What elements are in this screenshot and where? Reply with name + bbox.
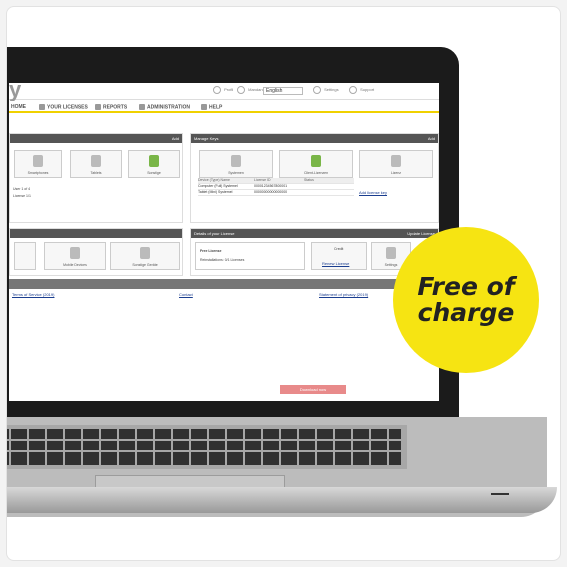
devices-sub-header — [10, 229, 182, 238]
device-icon — [140, 247, 150, 259]
badge-line-2: charge — [417, 298, 515, 327]
app-logo: y — [9, 83, 22, 102]
header-profile-label: Profil — [224, 87, 234, 93]
admin-icon — [139, 104, 145, 110]
download-button[interactable]: Download now — [280, 385, 346, 394]
promo-card: y Profil Mandant English Settings Suppor… — [6, 6, 561, 561]
question-icon — [349, 86, 357, 94]
devices-sub-panel: Mobile Devices Sonstige Geräte — [9, 228, 183, 276]
user-icon — [213, 86, 221, 94]
phone-icon — [70, 247, 80, 259]
key-row-gap — [7, 439, 401, 441]
header-tenant-label: Mandant — [248, 87, 264, 93]
report-icon — [95, 104, 101, 110]
contact-link[interactable]: Contact — [179, 292, 193, 297]
devices-panel: Add Smartphones Tablets Sonstige User 1 … — [9, 133, 183, 223]
license-details-header: Details of your License Update License — [191, 229, 438, 238]
privacy-link[interactable]: Statement of privacy (2019) — [319, 292, 368, 297]
main-nav: HOME YOUR LICENSES REPORTS ADMINISTRATIO… — [9, 101, 439, 113]
nav-item-help[interactable]: HELP — [201, 104, 222, 110]
header-support[interactable]: Support — [349, 86, 374, 94]
tile-other-devices[interactable]: Sonstige Geräte — [110, 242, 180, 270]
language-value: English — [266, 88, 283, 94]
keyboard-keys — [7, 429, 401, 465]
license-table: Device (Type) Name License ID Status Compu… — [198, 178, 354, 196]
license-count-text: License 1/1 — [13, 194, 31, 198]
language-select[interactable]: English — [263, 87, 303, 95]
user-icon — [237, 86, 245, 94]
header-settings-label: Settings — [324, 87, 339, 93]
status-led — [491, 493, 509, 495]
header-support-label: Support — [360, 87, 375, 93]
key-row-gap — [7, 450, 401, 452]
smartphone-icon — [33, 155, 43, 167]
tile-mobile[interactable]: Mobile Devices — [44, 242, 106, 270]
tile-sub-left[interactable] — [14, 242, 36, 270]
free-license-box: Free License Reinstallations: 0/1 Licens… — [195, 242, 305, 270]
tile-license[interactable]: Lizenz — [359, 150, 433, 178]
app-header: y Profil Mandant English Settings Suppor… — [9, 83, 439, 102]
devices-panel-header: Add — [10, 134, 182, 143]
document-icon — [391, 155, 401, 167]
badge-line-1: Free of — [417, 272, 515, 301]
nav-item-reports[interactable]: REPORTS — [95, 104, 127, 110]
renew-license-link[interactable]: Renew License — [322, 261, 349, 266]
tile-other[interactable]: Sonstige — [128, 150, 180, 178]
tablet-icon — [91, 155, 101, 167]
keys-add-link[interactable]: Add — [428, 136, 435, 141]
nav-item-home[interactable]: HOME — [11, 104, 26, 110]
arrow-icon — [149, 155, 159, 167]
nav-item-licenses[interactable]: YOUR LICENSES — [39, 104, 88, 110]
header-tenant[interactable]: Mandant — [237, 86, 264, 94]
header-profile[interactable]: Profil — [213, 86, 233, 94]
gear-icon — [313, 86, 321, 94]
tile-credit[interactable]: Credit Renew License — [311, 242, 367, 270]
keys-panel-header: Manage Keys Add — [191, 134, 438, 143]
footer-bar — [9, 279, 439, 289]
header-settings[interactable]: Settings — [313, 86, 339, 94]
camera-icon — [231, 155, 241, 167]
nav-item-admin[interactable]: ADMINISTRATION — [139, 104, 190, 110]
keys-panel: Manage Keys Add Systemen Client-Lizenzen… — [190, 133, 439, 223]
tile-client-licenses[interactable]: Client-Lizenzen — [279, 150, 353, 178]
laptop-base-edge — [7, 487, 557, 513]
key-icon — [39, 104, 45, 110]
tile-systems[interactable]: Systemen — [199, 150, 273, 178]
chip-icon — [311, 155, 321, 167]
free-of-charge-badge: Free of charge — [393, 227, 539, 373]
help-icon — [201, 104, 207, 110]
devices-add-link[interactable]: Add — [172, 136, 179, 141]
add-license-link[interactable]: Add license key — [359, 190, 387, 195]
user-count-text: User 1 of 4 — [13, 187, 31, 191]
tile-tablets[interactable]: Tablets — [70, 150, 122, 178]
terms-link[interactable]: Terms of Service (2019) — [12, 292, 54, 297]
table-row[interactable]: Tablet (Mini) Systemel 00000000000000000 — [198, 190, 354, 196]
laptop-screen: y Profil Mandant English Settings Suppor… — [9, 83, 439, 401]
gear-icon — [386, 247, 396, 259]
tile-smartphones[interactable]: Smartphones — [14, 150, 62, 178]
